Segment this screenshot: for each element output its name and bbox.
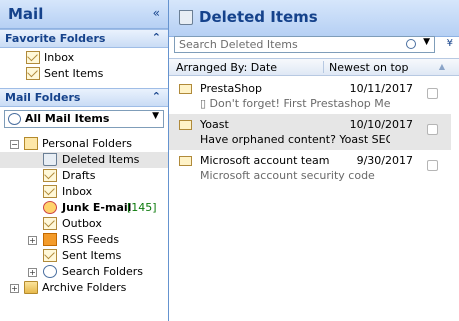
tree-item-label: Sent Items bbox=[62, 249, 122, 262]
message-row[interactable]: Microsoft account team 9/30/2017 Microso… bbox=[169, 150, 459, 186]
message-list-scrollbar[interactable] bbox=[451, 76, 459, 321]
folder-title: Deleted Items bbox=[199, 8, 318, 26]
search-placeholder: Search Deleted Items bbox=[179, 38, 298, 51]
collapse-tree-icon[interactable]: − bbox=[10, 140, 19, 149]
tree-item-label: Archive Folders bbox=[42, 281, 127, 294]
folder-header: Deleted Items bbox=[169, 0, 459, 37]
expand-query-builder-button[interactable]: ¥ bbox=[447, 38, 453, 49]
tree-item-personal-folders[interactable]: − Personal Folders bbox=[0, 136, 168, 152]
tree-item-label: Inbox bbox=[62, 185, 93, 198]
tree-item-label: Deleted Items bbox=[62, 153, 140, 166]
tree-item-deleted-items[interactable]: Deleted Items bbox=[0, 152, 168, 168]
archive-folder-icon bbox=[24, 281, 38, 294]
mail-folders-header[interactable]: Mail Folders ⌃ bbox=[0, 88, 168, 107]
tree-item-outbox[interactable]: Outbox bbox=[0, 216, 168, 232]
envelope-open-icon bbox=[179, 156, 192, 166]
junk-email-icon bbox=[43, 201, 57, 214]
tree-item-inbox[interactable]: Inbox bbox=[0, 184, 168, 200]
favorite-item-label: Inbox bbox=[44, 51, 75, 64]
favorite-item-sent-items[interactable]: Sent Items bbox=[0, 66, 168, 82]
search-input[interactable]: Search Deleted Items ▼ bbox=[174, 36, 435, 53]
search-options-arrow-icon[interactable]: ▼ bbox=[423, 37, 430, 47]
column-divider bbox=[323, 61, 324, 73]
expand-tree-icon[interactable]: + bbox=[28, 236, 37, 245]
follow-up-flag-checkbox[interactable] bbox=[427, 88, 438, 99]
search-icon[interactable] bbox=[406, 39, 416, 49]
outbox-icon bbox=[43, 217, 57, 230]
message-date: 9/30/2017 bbox=[356, 154, 413, 167]
favorite-item-label: Sent Items bbox=[44, 67, 104, 80]
chevron-up-icon[interactable]: ⌃ bbox=[152, 90, 161, 103]
sent-items-icon bbox=[43, 249, 57, 262]
sort-order-header[interactable]: Newest on top bbox=[329, 61, 409, 74]
drafts-icon bbox=[43, 169, 57, 182]
unread-count-badge: [145] bbox=[127, 201, 157, 214]
mail-pane-title: Mail bbox=[8, 5, 44, 23]
mail-view-dropdown-label: All Mail Items bbox=[25, 112, 110, 125]
tree-item-sent-items[interactable]: Sent Items bbox=[0, 248, 168, 264]
chevron-up-icon[interactable]: ⌃ bbox=[152, 31, 161, 44]
message-sender: Microsoft account team bbox=[200, 154, 330, 167]
folder-tree: − Personal Folders Deleted Items Drafts … bbox=[0, 136, 168, 296]
sort-arrow-icon[interactable]: ▲ bbox=[439, 62, 445, 71]
message-sender: PrestaShop bbox=[200, 82, 262, 95]
message-preview: Have orphaned content? Yoast SEO 5.6 … bbox=[200, 133, 390, 146]
trash-icon bbox=[43, 153, 57, 166]
message-date: 10/10/2017 bbox=[349, 118, 413, 131]
envelope-open-icon bbox=[179, 120, 192, 130]
tree-item-search-folders[interactable]: + Search Folders bbox=[0, 264, 168, 280]
envelope-open-icon bbox=[179, 84, 192, 94]
mail-view-dropdown[interactable]: All Mail Items ▼ bbox=[4, 110, 164, 128]
search-mail-icon bbox=[8, 113, 21, 125]
follow-up-flag-checkbox[interactable] bbox=[427, 124, 438, 135]
trash-icon bbox=[179, 10, 193, 25]
mail-pane-header: Mail « bbox=[0, 0, 168, 29]
expand-tree-icon[interactable]: + bbox=[10, 284, 19, 293]
tree-item-label: Search Folders bbox=[62, 265, 144, 278]
tree-item-label: Outbox bbox=[62, 217, 102, 230]
follow-up-flag-checkbox[interactable] bbox=[427, 160, 438, 171]
favorite-folders-label: Favorite Folders bbox=[5, 32, 106, 45]
inbox-icon bbox=[26, 51, 40, 64]
message-date: 10/11/2017 bbox=[349, 82, 413, 95]
tree-item-label: Drafts bbox=[62, 169, 96, 182]
message-preview: ▯ Don't forget! First Prestashop Meetup… bbox=[200, 97, 390, 110]
tree-item-label: Junk E-mail bbox=[62, 201, 132, 214]
arrange-by-header[interactable]: Arranged By: Date bbox=[176, 61, 277, 74]
navigation-pane: Mail « Favorite Folders ⌃ Inbox Sent Ite… bbox=[0, 0, 169, 321]
column-header: Arranged By: Date Newest on top ▲ bbox=[169, 58, 459, 76]
message-row[interactable]: Yoast 10/10/2017 Have orphaned content? … bbox=[169, 114, 459, 150]
inbox-icon bbox=[43, 185, 57, 198]
message-preview: Microsoft account security code bbox=[200, 169, 375, 182]
favorite-item-inbox[interactable]: Inbox bbox=[0, 50, 168, 66]
personal-folders-icon bbox=[24, 137, 38, 150]
message-row[interactable]: PrestaShop 10/11/2017 ▯ Don't forget! Fi… bbox=[169, 78, 459, 114]
outlook-window: Mail « Favorite Folders ⌃ Inbox Sent Ite… bbox=[0, 0, 459, 321]
favorite-folders-header[interactable]: Favorite Folders ⌃ bbox=[0, 29, 168, 48]
tree-item-archive-folders[interactable]: + Archive Folders bbox=[0, 280, 168, 296]
tree-item-rss-feeds[interactable]: + RSS Feeds bbox=[0, 232, 168, 248]
message-list-pane: Deleted Items Search Deleted Items ▼ ¥ A… bbox=[169, 0, 459, 321]
search-folder-icon bbox=[43, 265, 57, 278]
mail-folders-label: Mail Folders bbox=[5, 91, 81, 104]
message-sender: Yoast bbox=[200, 118, 229, 131]
tree-item-junk-email[interactable]: Junk E-mail [145] bbox=[0, 200, 168, 216]
collapse-pane-button[interactable]: « bbox=[153, 6, 160, 20]
tree-item-label: Personal Folders bbox=[42, 137, 132, 150]
tree-item-label: RSS Feeds bbox=[62, 233, 120, 246]
sent-items-icon bbox=[26, 67, 40, 80]
rss-icon bbox=[43, 233, 57, 246]
tree-item-drafts[interactable]: Drafts bbox=[0, 168, 168, 184]
expand-tree-icon[interactable]: + bbox=[28, 268, 37, 277]
dropdown-arrow-icon[interactable]: ▼ bbox=[152, 111, 159, 121]
